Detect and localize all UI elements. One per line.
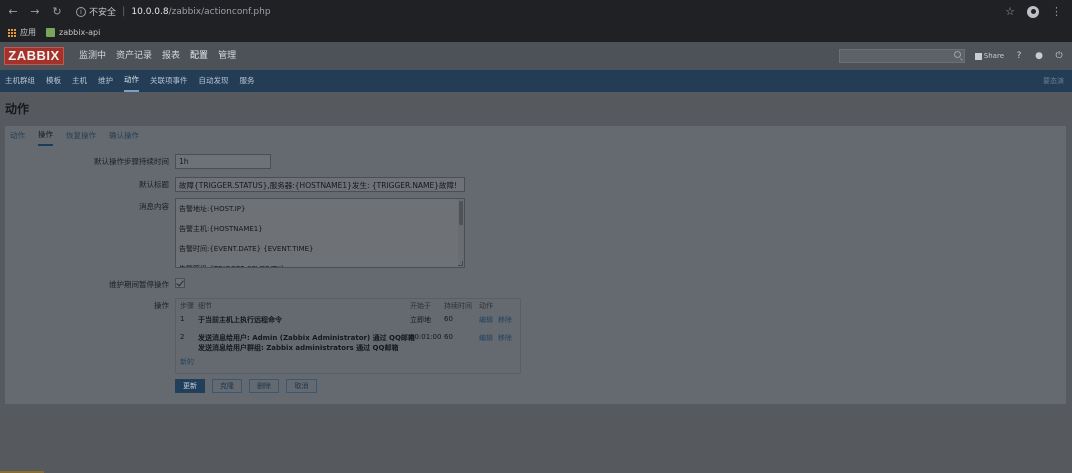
bookmark-label: 应用: [20, 28, 36, 37]
url-separator: |: [122, 6, 126, 17]
forward-arrow-icon[interactable]: →: [28, 5, 42, 19]
operations-table: 步骤 细节 开始于 持续时间 动作 1 于当前主机上执行远程命令 立即地 60 …: [175, 298, 521, 374]
search-icon[interactable]: [953, 51, 961, 58]
row2-duration: 60: [444, 333, 453, 341]
row1-edit-link[interactable]: 编辑: [479, 315, 493, 325]
page-title: 动作: [5, 102, 30, 116]
header-tools: Share ? ● ⏻: [838, 49, 1064, 63]
bookmark-favicon-icon: [46, 28, 55, 37]
submenu-right-label: 要态演: [1043, 77, 1064, 85]
message-line: 告警时间:{EVENT.DATE} {EVENT.TIME}: [179, 245, 314, 253]
bookmark-apps[interactable]: 应用: [8, 27, 36, 38]
pause-in-maintenance-checkbox[interactable]: [175, 278, 185, 288]
col-steps: 步骤: [180, 302, 194, 310]
new-operation-link[interactable]: 新的: [180, 357, 194, 367]
row1-duration: 60: [444, 315, 453, 323]
submenu-event-correlation[interactable]: 关联项事件: [150, 70, 188, 92]
url-path: /zabbix/actionconf.php: [168, 6, 271, 17]
page-content: 动作 动作 操作 恢复操作 确认操作 默认操作步骤持续时间 1h 默认标题 故障…: [0, 92, 1072, 473]
browser-chrome: ← → ↻ i 不安全 | 10.0.0.8 /zabbix/actioncon…: [0, 0, 1072, 42]
row2-edit-link[interactable]: 编辑: [479, 333, 493, 343]
user-profile-icon[interactable]: ●: [1034, 51, 1044, 61]
profile-icon[interactable]: [1027, 5, 1039, 18]
main-menu: 监测中 资产记录 报表 配置 管理: [74, 42, 241, 70]
form-tabs: 动作 操作 恢复操作 确认操作: [5, 126, 1066, 146]
row2-remove-link[interactable]: 移除: [498, 333, 512, 343]
zabbix-logo[interactable]: ZABBIX: [4, 47, 64, 65]
share-icon: [974, 52, 982, 60]
message-line: 告警地址:{HOST.IP}: [179, 205, 246, 213]
col-action: 动作: [479, 302, 493, 310]
tab-action[interactable]: 动作: [10, 127, 25, 145]
menu-monitoring[interactable]: 监测中: [74, 42, 111, 70]
update-button[interactable]: 更新: [175, 379, 205, 393]
col-details: 细节: [198, 302, 212, 310]
tab-acknowledge-operations[interactable]: 确认操作: [109, 127, 139, 145]
row1-start-in: 立即地: [410, 316, 431, 324]
cancel-button[interactable]: 取消: [286, 379, 317, 393]
browser-menu-icon[interactable]: ⋮: [1051, 5, 1062, 18]
bookmark-label: zabbix-api: [59, 28, 101, 37]
submenu-templates[interactable]: 模板: [46, 70, 61, 92]
browser-toolbar: ← → ↻ i 不安全 | 10.0.0.8 /zabbix/actioncon…: [0, 0, 1072, 23]
row1-remove-link[interactable]: 移除: [498, 315, 512, 325]
pause-label: 维护期间暂停操作: [109, 280, 169, 289]
step-duration-input[interactable]: 1h: [175, 154, 271, 169]
menu-administration[interactable]: 管理: [213, 42, 241, 70]
share-button[interactable]: Share: [974, 52, 1004, 60]
tab-operations[interactable]: 操作: [38, 126, 53, 146]
bookmark-zabbix-api[interactable]: zabbix-api: [46, 28, 100, 37]
row2-detail-group: 发送消息给用户群组: Zabbix administrators 通过 QQ邮箱: [198, 344, 399, 352]
submenu-host-groups[interactable]: 主机群组: [5, 70, 35, 92]
tab-recovery-operations[interactable]: 恢复操作: [66, 127, 96, 145]
row2-start-in: 00:01:00: [410, 333, 442, 341]
delete-button[interactable]: 删除: [249, 379, 279, 393]
menu-configuration[interactable]: 配置: [185, 42, 213, 70]
submenu-services[interactable]: 服务: [240, 70, 255, 92]
submenu-actions[interactable]: 动作: [124, 70, 139, 92]
submenu-maintenance[interactable]: 维护: [98, 70, 113, 92]
operations-form: 默认操作步骤持续时间 1h 默认标题 故障{TRIGGER.STATUS},服务…: [5, 146, 1066, 404]
info-icon[interactable]: i: [76, 6, 86, 17]
resize-handle-icon[interactable]: [458, 261, 463, 266]
scrollbar-thumb[interactable]: [459, 201, 463, 225]
address-bar[interactable]: i 不安全 | 10.0.0.8 /zabbix/actionconf.php: [76, 3, 1005, 21]
row1-step: 1: [180, 315, 185, 323]
logout-icon[interactable]: ⏻: [1054, 51, 1064, 61]
reload-icon[interactable]: ↻: [50, 5, 64, 19]
textarea-scrollbar[interactable]: [458, 199, 464, 267]
browser-actions: ☆ ⋮: [1005, 5, 1062, 18]
global-search-input[interactable]: [838, 49, 965, 63]
help-icon[interactable]: ?: [1014, 51, 1024, 61]
message-line: 告警主机:{HOSTNAME1}: [179, 225, 263, 233]
subject-input[interactable]: 故障{TRIGGER.STATUS},服务器:{HOSTNAME1}发生: {T…: [175, 177, 465, 192]
message-line: 告警等级:{TRIGGER.SEVERITY}: [176, 259, 464, 267]
back-arrow-icon[interactable]: ←: [6, 5, 20, 19]
apps-icon: [8, 28, 16, 37]
url-host: 10.0.0.8: [131, 6, 169, 17]
share-label: Share: [983, 52, 1004, 60]
operations-label: 操作: [154, 301, 169, 310]
col-start-in: 开始于: [410, 302, 431, 310]
config-submenu: 主机群组 模板 主机 维护 动作 关联项事件 自动发现 服务 要态演: [0, 70, 1072, 92]
row1-detail: 于当前主机上执行远程命令: [198, 316, 282, 324]
message-label: 消息内容: [139, 202, 169, 211]
menu-inventory[interactable]: 资产记录: [111, 42, 157, 70]
bookmark-star-icon[interactable]: ☆: [1005, 5, 1015, 18]
security-label: 不安全: [89, 8, 117, 18]
row2-step: 2: [180, 333, 185, 341]
submenu-hosts[interactable]: 主机: [72, 70, 87, 92]
step-duration-label: 默认操作步骤持续时间: [94, 157, 169, 166]
col-duration: 持续时间: [444, 302, 472, 310]
row2-detail: 发送消息给用户: Admin (Zabbix Administrator) 通过…: [198, 334, 415, 342]
bookmarks-bar: 应用 zabbix-api: [0, 23, 1072, 42]
clone-button[interactable]: 克隆: [212, 379, 242, 393]
zabbix-header: ZABBIX 监测中 资产记录 报表 配置 管理 Share ? ● ⏻: [0, 42, 1072, 70]
submenu-discovery[interactable]: 自动发现: [199, 70, 229, 92]
message-textarea[interactable]: 告警地址:{HOST.IP} 告警主机:{HOSTNAME1} 告警时间:{EV…: [175, 198, 465, 268]
menu-reports[interactable]: 报表: [157, 42, 185, 70]
subject-label: 默认标题: [139, 180, 169, 189]
